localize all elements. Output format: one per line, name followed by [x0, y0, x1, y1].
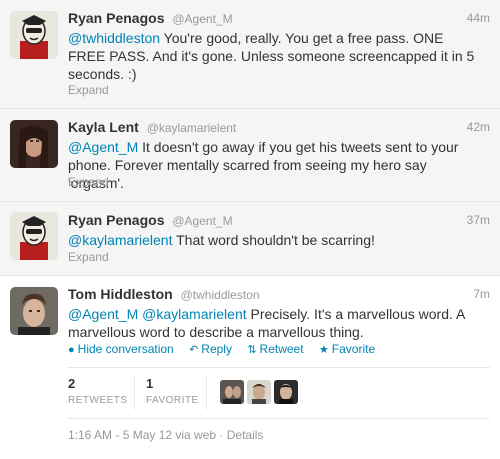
tweet-text: @Agent_M It doesn't go away if you get h…	[68, 138, 482, 192]
favorites-label: FAVORITE	[146, 395, 199, 406]
tweet-body: That word shouldn't be scarring!	[172, 232, 375, 248]
star-icon: ★	[318, 344, 329, 356]
mention-link[interactable]: @Agent_M	[68, 306, 138, 322]
username[interactable]: @kaylamarielent	[147, 121, 237, 135]
main-tweet: Tom Hiddleston @twhiddleston 7m @Agent_M…	[0, 276, 500, 459]
retweets-label: RETWEETS	[68, 395, 128, 406]
speech-bubble-icon: ●	[68, 344, 75, 356]
favoriter-avatar[interactable]	[247, 380, 271, 404]
reply-label: Reply	[201, 342, 232, 356]
timestamp[interactable]: 7m	[473, 287, 490, 301]
favoriter-avatars	[220, 380, 301, 404]
mention-link[interactable]: @kaylamarielent	[68, 232, 172, 248]
hide-conversation-label: Hide conversation	[77, 342, 174, 356]
tweet-text: @twhiddleston You're good, really. You g…	[68, 29, 482, 83]
retweet-button[interactable]: ⇅ Retweet	[247, 342, 303, 356]
expand-link[interactable]: Expand	[68, 83, 109, 97]
avatar[interactable]	[10, 120, 58, 168]
conversation-tweet: Ryan Penagos @Agent_M 37m @kaylamarielen…	[0, 202, 500, 276]
username[interactable]: @twhiddleston	[181, 288, 260, 302]
reply-arrow-icon: ↶	[189, 344, 199, 356]
retweet-label: Retweet	[259, 342, 304, 356]
retweets-count: 2	[68, 376, 76, 391]
divider	[134, 376, 135, 410]
timestamp[interactable]: 37m	[467, 213, 490, 227]
tweet-stats: 2 RETWEETS 1 FAVORITE	[68, 367, 490, 419]
favorites-count: 1	[146, 376, 154, 391]
tweet-text: @Agent_M @kaylamarielent Precisely. It's…	[68, 305, 482, 341]
tweet-header: Ryan Penagos @Agent_M 37m	[68, 212, 490, 230]
avatar[interactable]	[10, 11, 58, 59]
mention-link[interactable]: @twhiddleston	[68, 30, 160, 46]
conversation-tweet: Ryan Penagos @Agent_M 44m @twhiddleston …	[0, 0, 500, 109]
fullname[interactable]: Ryan Penagos	[68, 10, 164, 26]
favoriter-avatar[interactable]	[220, 380, 244, 404]
conversation-tweet: Kayla Lent @kaylamarielent 42m @Agent_M …	[0, 109, 500, 202]
timestamp[interactable]: 44m	[467, 11, 490, 25]
expand-link[interactable]: Expand	[68, 175, 109, 189]
avatar[interactable]	[10, 212, 58, 260]
hide-conversation-button[interactable]: ● Hide conversation	[68, 342, 174, 356]
fullname[interactable]: Tom Hiddleston	[68, 286, 173, 302]
divider	[206, 376, 207, 410]
tweet-header: Kayla Lent @kaylamarielent 42m	[68, 119, 490, 137]
expand-link[interactable]: Expand	[68, 250, 109, 264]
favoriter-avatar[interactable]	[274, 380, 298, 404]
username[interactable]: @Agent_M	[172, 214, 232, 228]
tweet-text: @kaylamarielent That word shouldn't be s…	[68, 231, 482, 249]
tweet-meta: 1:16 AM - 5 May 12 via web · Details	[68, 428, 264, 442]
tweet-header: Tom Hiddleston @twhiddleston 7m	[68, 286, 490, 304]
favorites-stat[interactable]: 1 FAVORITE	[146, 376, 199, 406]
avatar[interactable]	[10, 287, 58, 335]
username[interactable]: @Agent_M	[172, 12, 232, 26]
fullname[interactable]: Kayla Lent	[68, 119, 139, 135]
fullname[interactable]: Ryan Penagos	[68, 212, 164, 228]
mention-link[interactable]: @kaylamarielent	[142, 306, 246, 322]
mention-link[interactable]: @Agent_M	[68, 139, 138, 155]
reply-button[interactable]: ↶ Reply	[189, 342, 232, 356]
timestamp[interactable]: 42m	[467, 120, 490, 134]
retweet-icon: ⇅	[247, 344, 257, 356]
tweet-actions: ● Hide conversation ↶ Reply ⇅ Retweet ★ Favo…	[68, 342, 387, 356]
favorite-label: Favorite	[331, 342, 376, 356]
retweets-stat[interactable]: 2 RETWEETS	[68, 376, 128, 406]
tweet-header: Ryan Penagos @Agent_M 44m	[68, 10, 490, 28]
favorite-button[interactable]: ★ Favorite	[319, 342, 375, 356]
